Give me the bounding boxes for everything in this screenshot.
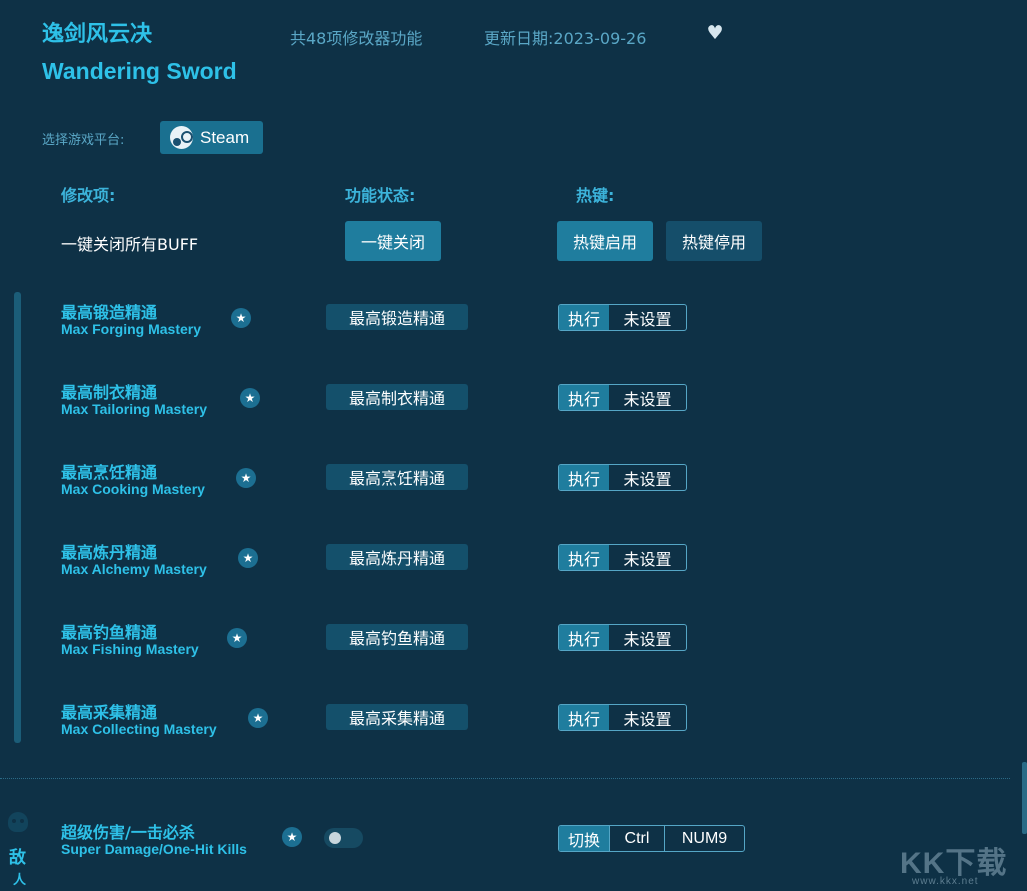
hotkey-box: 切换 Ctrl NUM9 bbox=[558, 825, 745, 852]
section-divider bbox=[0, 778, 1010, 779]
cheat-action-button[interactable]: 最高制衣精通 bbox=[326, 384, 468, 410]
hotkey-disable-button[interactable]: 热键停用 bbox=[666, 221, 762, 261]
cheat-name-en: Max Collecting Mastery bbox=[61, 721, 217, 737]
cheat-name-cn: 最高锻造精通 bbox=[61, 303, 158, 322]
hotkey-unset-button[interactable]: 未设置 bbox=[609, 705, 686, 730]
hotkey-box: 执行 未设置 bbox=[558, 304, 687, 331]
hotkey-unset-button[interactable]: 未设置 bbox=[609, 385, 686, 410]
hotkey-key-num9[interactable]: NUM9 bbox=[664, 826, 744, 851]
update-date: 更新日期:2023-09-26 bbox=[484, 29, 647, 48]
cheat-name-cn: 最高钓鱼精通 bbox=[61, 623, 158, 642]
cheat-name-cn: 最高炼丹精通 bbox=[61, 543, 158, 562]
toggle-knob bbox=[329, 832, 341, 844]
star-icon[interactable]: ★ bbox=[227, 628, 247, 648]
hotkey-box: 执行 未设置 bbox=[558, 384, 687, 411]
cheat-name-cn: 最高采集精通 bbox=[61, 703, 158, 722]
hotkey-unset-button[interactable]: 未设置 bbox=[609, 465, 686, 490]
hotkey-box: 执行 未设置 bbox=[558, 704, 687, 731]
watermark-url: www.kkx.net bbox=[912, 876, 979, 887]
cheat-name-en: Max Cooking Mastery bbox=[61, 481, 205, 497]
platform-label: 选择游戏平台: bbox=[42, 133, 125, 148]
hotkey-key-ctrl[interactable]: Ctrl bbox=[609, 826, 664, 851]
super-damage-toggle[interactable] bbox=[324, 828, 363, 848]
execute-button[interactable]: 执行 bbox=[559, 465, 609, 490]
cheat-name-cn: 最高烹饪精通 bbox=[61, 463, 158, 482]
heart-icon[interactable]: ♥ bbox=[704, 22, 726, 44]
star-icon[interactable]: ★ bbox=[238, 548, 258, 568]
cheat-name-en: Max Fishing Mastery bbox=[61, 641, 199, 657]
hotkey-box: 执行 未设置 bbox=[558, 624, 687, 651]
steam-icon bbox=[170, 126, 193, 149]
cheat-row: 最高制衣精通 Max Tailoring Mastery ★ 最高制衣精通 执行… bbox=[0, 379, 1027, 439]
column-header-status: 功能状态: bbox=[345, 186, 416, 205]
execute-button[interactable]: 执行 bbox=[559, 305, 609, 330]
cheat-name-en: Max Alchemy Mastery bbox=[61, 561, 207, 577]
cheat-name-en: Max Tailoring Mastery bbox=[61, 401, 208, 417]
cheat-row: 最高炼丹精通 Max Alchemy Mastery ★ 最高炼丹精通 执行 未… bbox=[0, 539, 1027, 599]
execute-button[interactable]: 执行 bbox=[559, 705, 609, 730]
cheat-action-button[interactable]: 最高炼丹精通 bbox=[326, 544, 468, 570]
star-icon[interactable]: ★ bbox=[240, 388, 260, 408]
cheat-row: 最高钓鱼精通 Max Fishing Mastery ★ 最高钓鱼精通 执行 未… bbox=[0, 619, 1027, 679]
feature-count: 共48项修改器功能 bbox=[290, 29, 423, 48]
cheat-action-button[interactable]: 最高锻造精通 bbox=[326, 304, 468, 330]
column-header-mod: 修改项: bbox=[61, 186, 116, 205]
switch-button[interactable]: 切换 bbox=[559, 826, 609, 851]
game-title-cn: 逸剑风云决 bbox=[42, 22, 153, 47]
execute-button[interactable]: 执行 bbox=[559, 385, 609, 410]
steam-label: Steam bbox=[200, 127, 250, 147]
execute-button[interactable]: 执行 bbox=[559, 625, 609, 650]
column-header-hotkey: 热键: bbox=[576, 186, 615, 205]
cheat-row: 最高采集精通 Max Collecting Mastery ★ 最高采集精通 执… bbox=[0, 699, 1027, 759]
hotkey-enable-button[interactable]: 热键启用 bbox=[557, 221, 653, 261]
cheat-name-cn: 最高制衣精通 bbox=[61, 383, 158, 402]
cheat-name-cn: 超级伤害/一击必杀 bbox=[61, 823, 195, 842]
execute-button[interactable]: 执行 bbox=[559, 545, 609, 570]
cheat-row: 最高烹饪精通 Max Cooking Mastery ★ 最高烹饪精通 执行 未… bbox=[0, 459, 1027, 519]
game-title-en: Wandering Sword bbox=[42, 58, 237, 84]
star-icon[interactable]: ★ bbox=[282, 827, 302, 847]
hotkey-unset-button[interactable]: 未设置 bbox=[609, 625, 686, 650]
cheat-name-en: Super Damage/One-Hit Kills bbox=[61, 841, 247, 857]
cheat-action-button[interactable]: 最高采集精通 bbox=[326, 704, 468, 730]
close-all-buff-label: 一键关闭所有BUFF bbox=[61, 235, 199, 254]
cheat-action-button[interactable]: 最高烹饪精通 bbox=[326, 464, 468, 490]
cheat-row: 最高锻造精通 Max Forging Mastery ★ 最高锻造精通 执行 未… bbox=[0, 299, 1027, 359]
hotkey-box: 执行 未设置 bbox=[558, 464, 687, 491]
steam-platform-button[interactable]: Steam bbox=[160, 121, 263, 154]
cheat-action-button[interactable]: 最高钓鱼精通 bbox=[326, 624, 468, 650]
hotkey-unset-button[interactable]: 未设置 bbox=[609, 545, 686, 570]
hotkey-box: 执行 未设置 bbox=[558, 544, 687, 571]
cheat-row: 超级伤害/一击必杀 Super Damage/One-Hit Kills ★ bbox=[0, 819, 1027, 879]
close-all-button[interactable]: 一键关闭 bbox=[345, 221, 441, 261]
star-icon[interactable]: ★ bbox=[236, 468, 256, 488]
cheat-name-en: Max Forging Mastery bbox=[61, 321, 202, 337]
star-icon[interactable]: ★ bbox=[231, 308, 251, 328]
hotkey-unset-button[interactable]: 未设置 bbox=[609, 305, 686, 330]
star-icon[interactable]: ★ bbox=[248, 708, 268, 728]
